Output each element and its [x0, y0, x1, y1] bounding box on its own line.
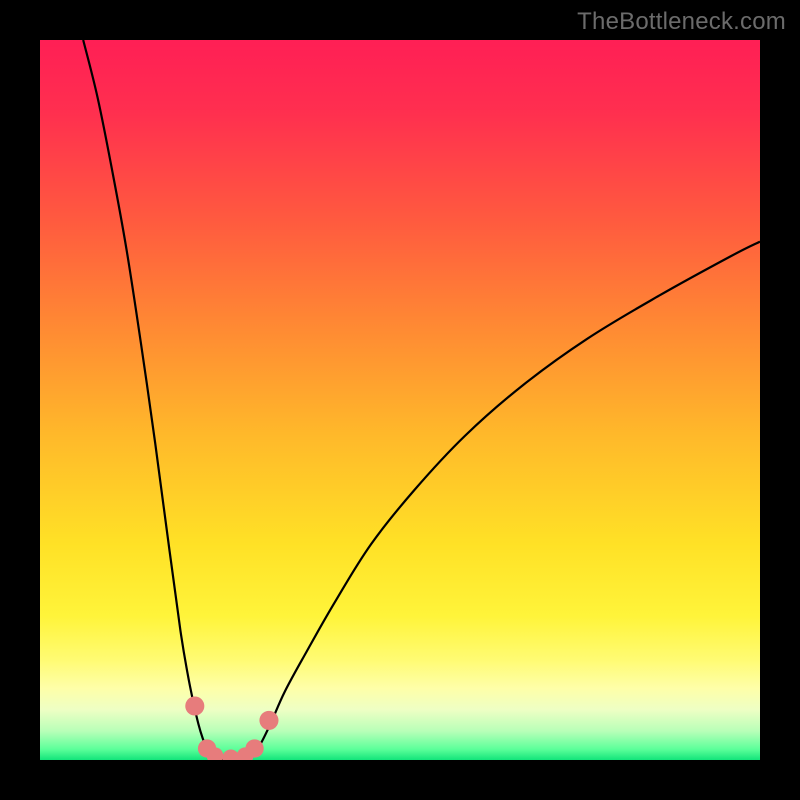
curve-layer [40, 40, 760, 760]
valley-marker [259, 711, 278, 730]
valley-marker [245, 739, 263, 757]
watermark-text: TheBottleneck.com [577, 8, 786, 36]
plot-area [40, 40, 760, 760]
left-curve [83, 40, 211, 757]
right-curve [250, 242, 760, 758]
chart-frame: TheBottleneck.com [0, 0, 800, 800]
valley-marker [185, 696, 204, 715]
valley-marker [222, 749, 239, 760]
